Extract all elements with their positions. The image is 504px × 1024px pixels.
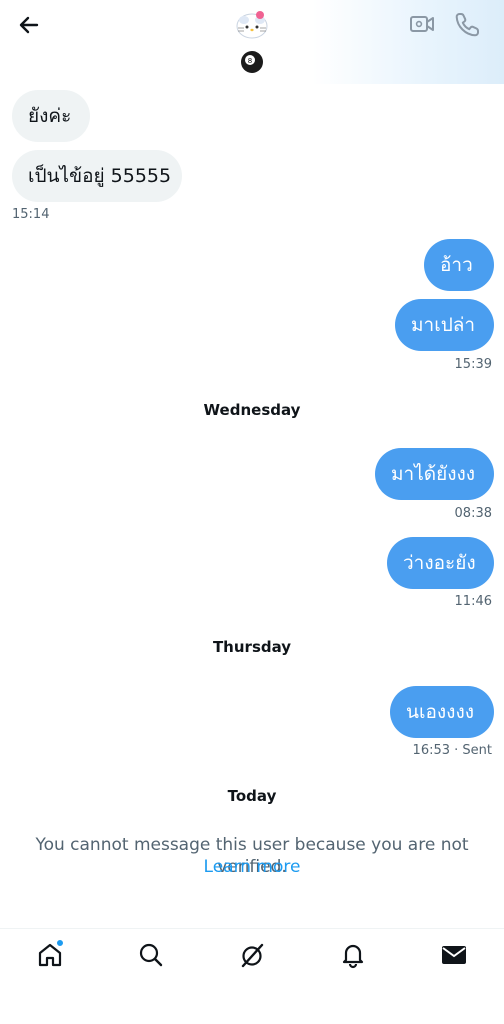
messages-envelope-icon — [442, 946, 466, 964]
date-separator: Thursday — [212, 638, 292, 656]
tab-grok[interactable] — [236, 939, 268, 971]
date-separator: Wednesday — [203, 401, 301, 419]
message-text: มาได้ยังงง — [391, 463, 476, 485]
video-camera-icon — [410, 16, 434, 32]
message-timestamp: 16:53 · Sent — [412, 743, 492, 758]
phone-icon — [455, 13, 479, 37]
grok-icon — [241, 943, 264, 968]
arrow-left-icon — [19, 16, 39, 34]
message-bubble-outgoing[interactable]: ว่างอะยัง — [387, 537, 494, 589]
message-timestamp: 11:46 — [454, 594, 492, 609]
message-text: เป็นไข้อยู่ 55555 — [28, 165, 172, 187]
voice-call-button[interactable] — [454, 10, 482, 38]
message-text: ยังค่ะ — [28, 105, 72, 127]
notification-dot — [56, 939, 64, 947]
tab-search[interactable] — [135, 939, 167, 971]
message-bubble-incoming[interactable]: เป็นไข้อยู่ 55555 — [12, 150, 182, 202]
notifications-bell-icon — [342, 944, 364, 969]
date-separator: Today — [227, 787, 277, 805]
message-text: อ้าว — [440, 254, 473, 276]
message-bubble-outgoing[interactable]: มาเปล่า — [395, 299, 494, 351]
message-text: มาเปล่า — [411, 314, 476, 336]
hello-kitty-avatar-icon — [236, 11, 268, 39]
tab-notifications[interactable] — [337, 939, 369, 971]
bottom-tab-bar — [0, 928, 504, 988]
video-call-button[interactable] — [408, 10, 436, 38]
eight-ball-icon: 8 — [241, 51, 263, 73]
message-timestamp: 15:14 — [12, 207, 50, 222]
status-emoji: 8 — [240, 50, 264, 74]
message-text: ว่างอะยัง — [403, 552, 476, 574]
message-timestamp: 15:39 — [454, 357, 492, 372]
back-button[interactable] — [14, 10, 44, 40]
message-timestamp: 08:38 — [454, 506, 492, 521]
svg-text:8: 8 — [248, 57, 252, 65]
message-bubble-outgoing[interactable]: นเองงงง — [390, 686, 494, 738]
message-bubble-outgoing[interactable]: อ้าว — [424, 239, 494, 291]
tab-messages[interactable] — [438, 939, 470, 971]
contact-avatar[interactable] — [234, 8, 270, 42]
message-text: นเองงงง — [406, 701, 475, 723]
learn-more-link[interactable]: Learn more — [0, 856, 504, 878]
message-bubble-incoming[interactable]: ยังค่ะ — [12, 90, 90, 142]
message-bubble-outgoing[interactable]: มาได้ยังงง — [375, 448, 494, 500]
chat-header: 8 — [0, 0, 504, 84]
search-icon — [139, 943, 163, 967]
